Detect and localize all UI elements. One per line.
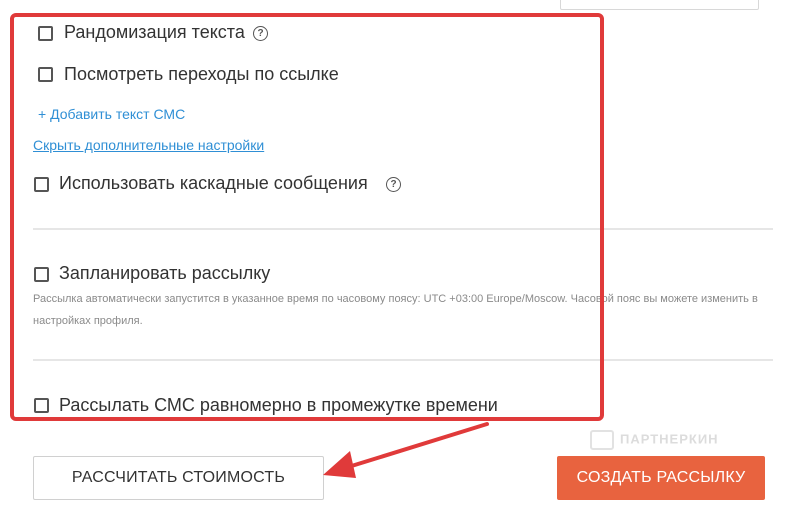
annotation-arrow-icon [323,422,489,478]
